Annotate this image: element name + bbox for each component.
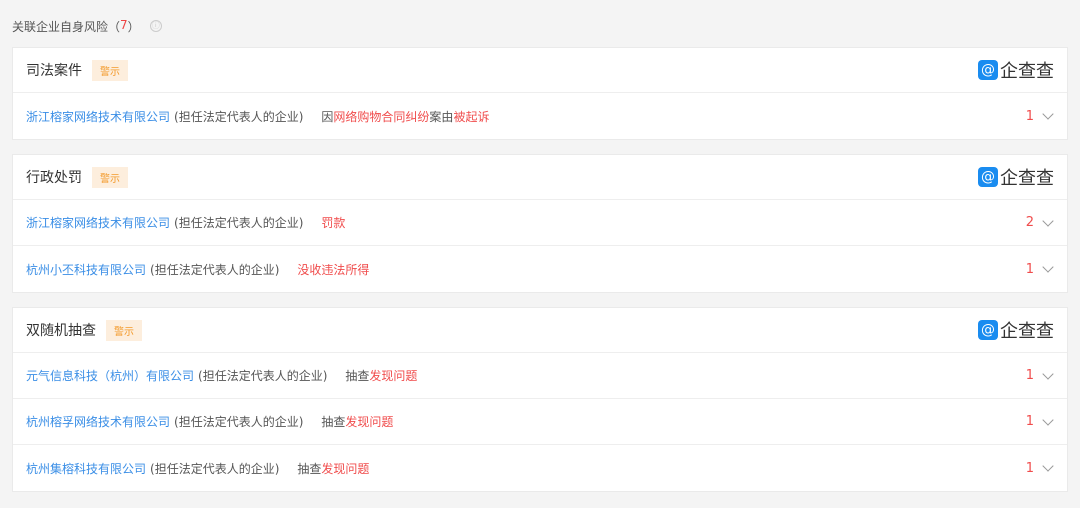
warning-badge: 警示	[92, 59, 128, 81]
warning-badge: 警示	[106, 319, 142, 341]
risk-count: 1	[1025, 368, 1034, 383]
company-link[interactable]: 浙江榕家网络技术有限公司	[26, 214, 170, 231]
desc-segment: 抽查	[321, 415, 346, 429]
desc-segment: 发现问题	[345, 415, 394, 429]
table-row[interactable]: 杭州榕孚网络技术有限公司 (担任法定代表人的企业) 抽查发现问题 1	[13, 399, 1067, 445]
desc-segment: 被起诉	[453, 109, 490, 124]
desc-segment: 没收违法所得	[297, 262, 370, 277]
role-text: (担任法定代表人的企业)	[150, 262, 280, 277]
card-header: 司法案件 警示 @ 企查查	[13, 48, 1067, 93]
desc-segment: 罚款	[321, 216, 346, 230]
chevron-down-icon[interactable]	[1042, 367, 1054, 380]
desc-segment: 因	[321, 109, 334, 124]
qichacha-logo: @ 企查查	[978, 317, 1054, 343]
risk-description: 抽查发现问题	[297, 460, 369, 477]
card-title: 司法案件	[26, 63, 82, 79]
section-title: 关联企业自身风险 （7） ⓘ	[12, 18, 162, 34]
risk-count: 1	[1025, 261, 1034, 277]
company-link[interactable]: 元气信息科技（杭州）有限公司	[26, 367, 194, 384]
company-link[interactable]: 杭州集榕科技有限公司	[26, 460, 146, 477]
risk-count: 1	[1025, 414, 1034, 429]
chevron-down-icon[interactable]	[1042, 261, 1054, 273]
chevron-down-icon[interactable]	[1042, 460, 1054, 472]
company-link[interactable]: 杭州榕孚网络技术有限公司	[26, 413, 170, 430]
table-row[interactable]: 杭州小丕科技有限公司 (担任法定代表人的企业) 没收违法所得 1	[13, 246, 1067, 292]
card-title: 双随机抽查	[26, 323, 96, 339]
warning-badge: 警示	[92, 166, 128, 188]
table-row[interactable]: 元气信息科技（杭州）有限公司 (担任法定代表人的企业) 抽查发现问题 1	[13, 353, 1067, 399]
risk-description: 罚款	[321, 214, 345, 231]
risk-card: 双随机抽查 警示 @ 企查查 元气信息科技（杭州）有限公司 (担任法定代表人的企业…	[12, 307, 1068, 492]
risk-description: 抽查发现问题	[345, 367, 417, 384]
chevron-down-icon[interactable]	[1042, 108, 1054, 120]
table-row[interactable]: 杭州集榕科技有限公司 (担任法定代表人的企业) 抽查发现问题 1	[13, 445, 1067, 491]
risk-count: 1	[1025, 460, 1034, 476]
card-title: 行政处罚	[26, 170, 82, 186]
company-link[interactable]: 杭州小丕科技有限公司	[26, 261, 146, 278]
risk-card: 司法案件 警示 @ 企查查 浙江榕家网络技术有限公司 (担任法定代表人的企业) 因…	[12, 47, 1068, 140]
risk-description: 没收违法所得	[297, 261, 369, 278]
qichacha-logo: @ 企查查	[978, 57, 1054, 83]
chevron-down-icon[interactable]	[1042, 413, 1054, 426]
risk-count: 2	[1025, 215, 1034, 230]
role-text: (担任法定代表人的企业)	[150, 461, 280, 476]
company-link[interactable]: 浙江榕家网络技术有限公司	[26, 108, 170, 125]
logo-icon: @	[978, 320, 998, 340]
title-text: 关联企业自身风险	[12, 20, 109, 34]
table-row[interactable]: 浙江榕家网络技术有限公司 (担任法定代表人的企业) 罚款 2	[13, 200, 1067, 246]
risk-count: 7	[120, 18, 128, 32]
chevron-down-icon[interactable]	[1042, 214, 1054, 227]
logo-icon: @	[978, 60, 998, 80]
card-header: 双随机抽查 警示 @ 企查查	[13, 308, 1067, 353]
desc-segment: 网络购物合同纠纷	[333, 109, 430, 124]
risk-description: 抽查发现问题	[321, 413, 393, 430]
role-text: (担任法定代表人的企业)	[174, 415, 304, 429]
logo-icon: @	[978, 167, 998, 187]
desc-segment: 抽查	[297, 461, 322, 476]
desc-segment: 抽查	[345, 369, 370, 383]
table-row[interactable]: 浙江榕家网络技术有限公司 (担任法定代表人的企业) 因网络购物合同纠纷案由被起诉…	[13, 93, 1067, 139]
qichacha-logo: @ 企查查	[978, 164, 1054, 190]
card-header: 行政处罚 警示 @ 企查查	[13, 155, 1067, 200]
role-text: (担任法定代表人的企业)	[174, 216, 304, 230]
role-text: (担任法定代表人的企业)	[198, 369, 328, 383]
role-text: (担任法定代表人的企业)	[174, 109, 304, 124]
desc-segment: 发现问题	[369, 369, 418, 383]
desc-segment: 发现问题	[321, 461, 370, 476]
risk-description: 因网络购物合同纠纷案由被起诉	[321, 108, 489, 125]
info-icon[interactable]: ⓘ	[149, 20, 162, 32]
desc-segment: 案由	[429, 109, 454, 124]
risk-count: 1	[1025, 108, 1034, 124]
risk-card: 行政处罚 警示 @ 企查查 浙江榕家网络技术有限公司 (担任法定代表人的企业) 罚…	[12, 154, 1068, 293]
